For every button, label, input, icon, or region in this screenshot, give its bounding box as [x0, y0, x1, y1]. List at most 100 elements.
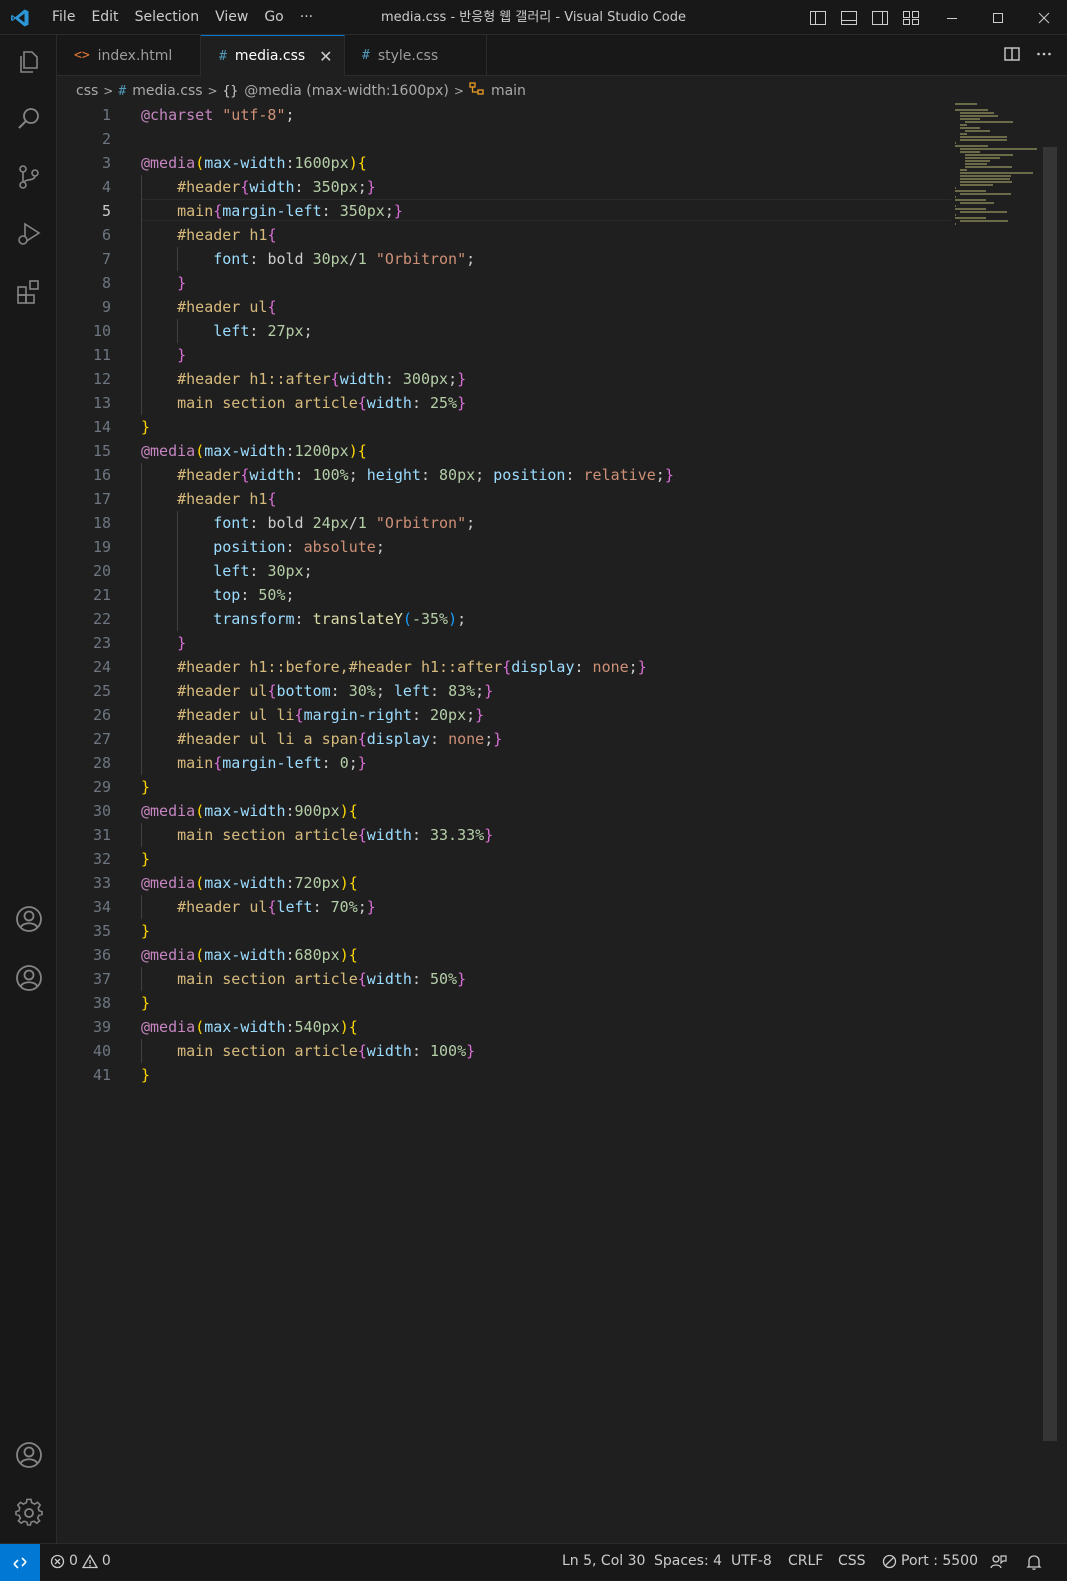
code-line[interactable]: #header{width: 350px;}	[141, 175, 376, 199]
vscode-logo-icon[interactable]	[10, 8, 30, 28]
menu-more[interactable]: ···	[292, 0, 321, 35]
code-editor[interactable]: 1 2 3 4 5 6 7 8 9 10 11 12 13 14 15 16 17 18 19 20 21 22 23 24 2…	[57, 103, 951, 1543]
code-line[interactable]: main{margin-left: 350px;}	[141, 199, 403, 223]
feedback-icon[interactable]	[989, 1553, 1007, 1575]
code-line[interactable]: @media(max-width:720px){	[141, 871, 358, 895]
code-line[interactable]: #header h1{	[141, 487, 276, 511]
minimap-line	[955, 223, 957, 225]
minimap-line	[955, 109, 988, 111]
tab-style-css[interactable]: # style.css	[345, 35, 487, 76]
explorer-icon[interactable]	[13, 46, 45, 78]
breadcrumb-folder[interactable]: css	[76, 83, 98, 99]
code-line[interactable]: @charset "utf-8";	[141, 103, 295, 127]
indentation[interactable]: Spaces: 4	[654, 1544, 722, 1579]
account-icon[interactable]	[13, 962, 45, 994]
warning-count: 0	[101, 1553, 111, 1569]
code-line[interactable]: }	[141, 847, 150, 871]
code-line[interactable]: }	[141, 1063, 150, 1087]
minimap-line	[960, 184, 993, 186]
code-line[interactable]: }	[141, 775, 150, 799]
search-icon[interactable]	[13, 103, 45, 135]
code-line[interactable]: main section article{width: 50%}	[141, 967, 466, 991]
port-label: Port : 5500	[901, 1553, 978, 1569]
code-line[interactable]: }	[141, 631, 186, 655]
code-line[interactable]: #header h1{	[141, 223, 276, 247]
code-line[interactable]: left: 30px;	[141, 559, 312, 583]
code-line[interactable]: #header ul li a span{display: none;}	[141, 727, 502, 751]
live-server-port[interactable]: Port : 5500	[882, 1544, 978, 1579]
toggle-panel-icon[interactable]	[839, 8, 859, 28]
code-line[interactable]: font: bold 24px/1 "Orbitron";	[141, 511, 475, 535]
code-line[interactable]: #header ul{left: 70%;}	[141, 895, 376, 919]
code-line[interactable]: transform: translateY(-35%);	[141, 607, 466, 631]
code-line[interactable]: #header ul li{margin-right: 20px;}	[141, 703, 484, 727]
encoding[interactable]: UTF-8	[731, 1544, 772, 1579]
minimap-line	[960, 112, 994, 114]
breadcrumb: css > # media.css > {} @media (max-width…	[76, 80, 526, 102]
code-line[interactable]: }	[141, 271, 186, 295]
code-line[interactable]: top: 50%;	[141, 583, 294, 607]
minimize-icon[interactable]	[929, 0, 975, 35]
code-line[interactable]: main section article{width: 100%}	[141, 1039, 475, 1063]
split-editor-icon[interactable]	[1003, 45, 1021, 67]
code-line[interactable]: @media(max-width:1600px){	[141, 151, 367, 175]
remote-indicator-icon[interactable]	[0, 1544, 40, 1581]
tab-index-html[interactable]: <> index.html	[57, 35, 201, 76]
code-line[interactable]: #header h1::before,#header h1::after{dis…	[141, 655, 647, 679]
run-and-debug-icon[interactable]	[13, 218, 45, 250]
maximize-icon[interactable]	[975, 0, 1021, 35]
close-window-icon[interactable]	[1021, 0, 1067, 35]
problems-indicator[interactable]: 0 0	[50, 1544, 111, 1579]
customize-layout-icon[interactable]	[901, 8, 921, 28]
more-actions-icon[interactable]	[1035, 45, 1053, 67]
minimap-line	[960, 178, 1010, 180]
settings-gear-icon[interactable]	[13, 1497, 45, 1529]
accounts-icon[interactable]	[13, 1439, 45, 1471]
code-line[interactable]: @media(max-width:900px){	[141, 799, 358, 823]
code-line[interactable]: }	[141, 343, 186, 367]
scrollbar-thumb[interactable]	[1043, 147, 1057, 1441]
minimap-line	[955, 142, 957, 144]
code-line[interactable]: }	[141, 919, 150, 943]
code-line[interactable]: }	[141, 991, 150, 1015]
code-line[interactable]: #header ul{bottom: 30%; left: 83%;}	[141, 679, 493, 703]
breadcrumb-symbol[interactable]: main	[491, 83, 526, 99]
source-control-icon[interactable]	[13, 161, 45, 193]
tab-media-css[interactable]: # media.css ✕	[201, 35, 345, 76]
menu-go[interactable]: Go	[256, 0, 291, 35]
line-number: 31	[92, 826, 111, 844]
code-line[interactable]: font: bold 30px/1 "Orbitron";	[141, 247, 475, 271]
menu-selection[interactable]: Selection	[127, 0, 208, 35]
menu-edit[interactable]: Edit	[83, 0, 126, 35]
minimap[interactable]	[955, 103, 1043, 225]
menu-file[interactable]: File	[44, 0, 83, 35]
chevron-right-icon: >	[103, 84, 114, 98]
code-line[interactable]: @media(max-width:1200px){	[141, 439, 367, 463]
code-line[interactable]: @media(max-width:540px){	[141, 1015, 358, 1039]
account-icon[interactable]	[13, 903, 45, 935]
breadcrumb-file[interactable]: media.css	[132, 83, 202, 99]
namespace-braces-icon: {}	[222, 83, 239, 99]
line-ending[interactable]: CRLF	[788, 1544, 823, 1579]
code-line[interactable]: }	[141, 415, 150, 439]
close-tab-icon[interactable]: ✕	[319, 47, 332, 66]
language-mode[interactable]: CSS	[838, 1544, 866, 1579]
code-line[interactable]: main{margin-left: 0;}	[141, 751, 367, 775]
breadcrumb-rule[interactable]: @media (max-width:1600px)	[244, 83, 449, 99]
code-line[interactable]: main section article{width: 25%}	[141, 391, 466, 415]
code-line[interactable]: #header h1::after{width: 300px;}	[141, 367, 466, 391]
code-line[interactable]: @media(max-width:680px){	[141, 943, 358, 967]
code-line[interactable]: #header ul{	[141, 295, 276, 319]
toggle-secondary-sidebar-icon[interactable]	[870, 8, 890, 28]
toggle-primary-sidebar-icon[interactable]	[808, 8, 828, 28]
code-line[interactable]: position: absolute;	[141, 535, 385, 559]
menu-view[interactable]: View	[207, 0, 256, 35]
code-line[interactable]: #header{width: 100%; height: 80px; posit…	[141, 463, 674, 487]
cursor-position[interactable]: Ln 5, Col 30	[562, 1544, 645, 1579]
minimap-line	[965, 154, 1014, 156]
code-line[interactable]: main section article{width: 33.33%}	[141, 823, 493, 847]
vertical-scrollbar[interactable]	[1043, 103, 1057, 1543]
extensions-icon[interactable]	[13, 276, 45, 308]
notifications-bell-icon[interactable]	[1025, 1553, 1043, 1575]
code-line[interactable]: left: 27px;	[141, 319, 312, 343]
